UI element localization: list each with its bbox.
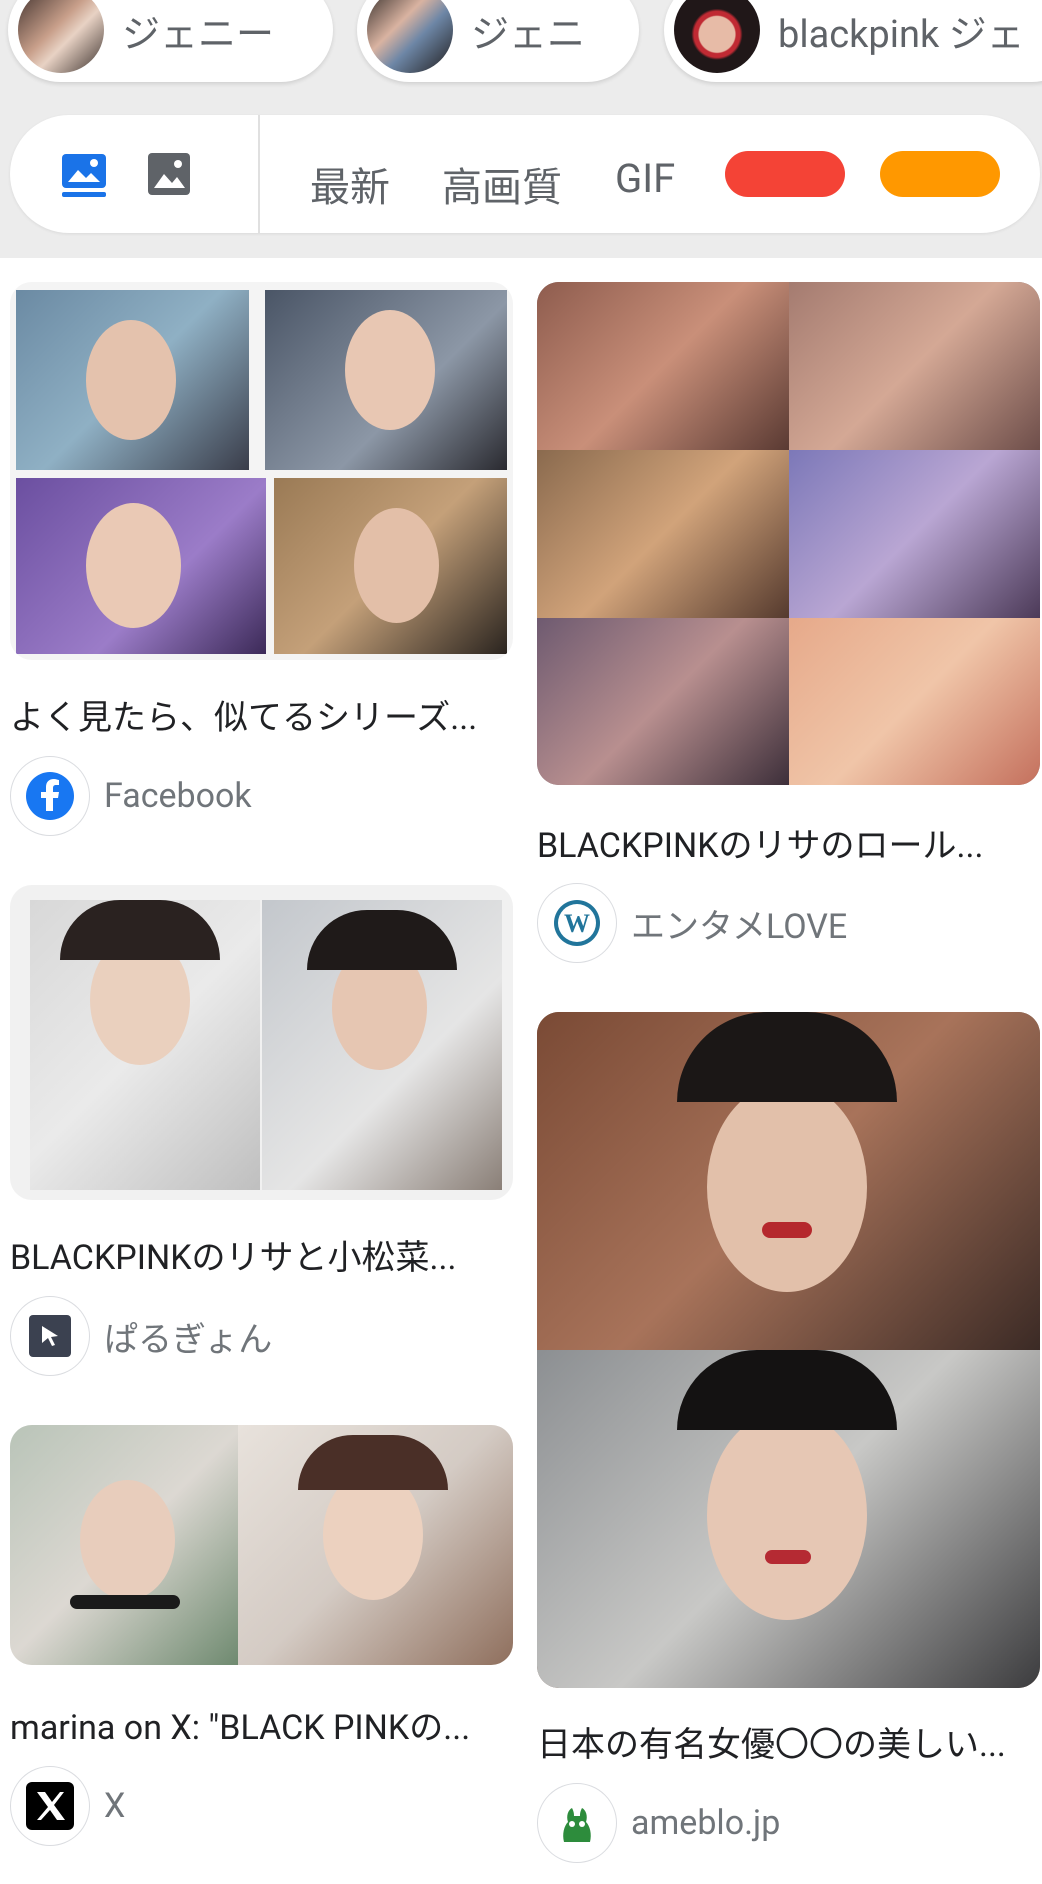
- source-name: Facebook: [104, 776, 252, 816]
- image-search-icon[interactable]: [60, 150, 108, 198]
- divider: [258, 115, 260, 233]
- filter-high-quality[interactable]: 高画質: [442, 155, 562, 213]
- result-source[interactable]: W エンタメLOVE: [537, 882, 847, 964]
- svg-text:W: W: [564, 909, 590, 938]
- result-source[interactable]: Facebook: [10, 755, 252, 837]
- chip-thumbnail: [18, 0, 104, 73]
- related-chip[interactable]: ジェニ: [357, 0, 639, 82]
- result-image[interactable]: [537, 282, 1040, 785]
- result-title[interactable]: 日本の有名女優〇〇の美しい...: [537, 1717, 1032, 1766]
- result-title[interactable]: よく見たら、似てるシリーズ...: [10, 690, 505, 739]
- result-image[interactable]: [10, 282, 513, 660]
- result-title[interactable]: marina on X: "BLACK PINKの...: [10, 1700, 505, 1749]
- chip-label: ジェニー: [122, 12, 275, 57]
- related-chip[interactable]: ジェニー: [8, 0, 333, 82]
- result-title[interactable]: BLACKPINKのリサのロール...: [537, 818, 1032, 867]
- x-logo-icon: [10, 1766, 90, 1846]
- chip-label: blackpink ジェ: [778, 12, 1025, 57]
- source-name: X: [104, 1786, 126, 1826]
- result-image[interactable]: [10, 1425, 513, 1665]
- color-filter-red[interactable]: [725, 151, 845, 197]
- result-source[interactable]: ameblo.jp: [537, 1782, 780, 1864]
- related-chip[interactable]: blackpink ジェ: [664, 0, 1042, 82]
- source-name: エンタメLOVE: [631, 906, 848, 947]
- chip-thumbnail: [674, 0, 760, 73]
- filter-latest[interactable]: 最新: [310, 155, 390, 213]
- search-header: ジェニー ジェニ blackpink ジェ 最新 高画質 GIF: [0, 0, 1042, 258]
- source-name: ぱるぎょん: [104, 1319, 273, 1360]
- result-image[interactable]: [10, 885, 513, 1200]
- chip-thumbnail: [367, 0, 453, 73]
- filter-gif[interactable]: GIF: [615, 155, 675, 202]
- image-icon[interactable]: [145, 150, 193, 198]
- result-source[interactable]: X: [10, 1765, 125, 1847]
- color-filter-orange[interactable]: [880, 151, 1000, 197]
- wordpress-icon: W: [537, 883, 617, 963]
- ameba-icon: [537, 1783, 617, 1863]
- result-image[interactable]: [537, 1012, 1040, 1688]
- result-title[interactable]: BLACKPINKのリサと小松菜...: [10, 1230, 505, 1279]
- chip-label: ジェニ: [471, 12, 586, 57]
- cursor-icon: [10, 1296, 90, 1376]
- source-name: ameblo.jp: [631, 1803, 781, 1843]
- facebook-icon: [10, 756, 90, 836]
- filter-bar: 最新 高画質 GIF: [10, 115, 1040, 233]
- result-source[interactable]: ぱるぎょん: [10, 1295, 272, 1377]
